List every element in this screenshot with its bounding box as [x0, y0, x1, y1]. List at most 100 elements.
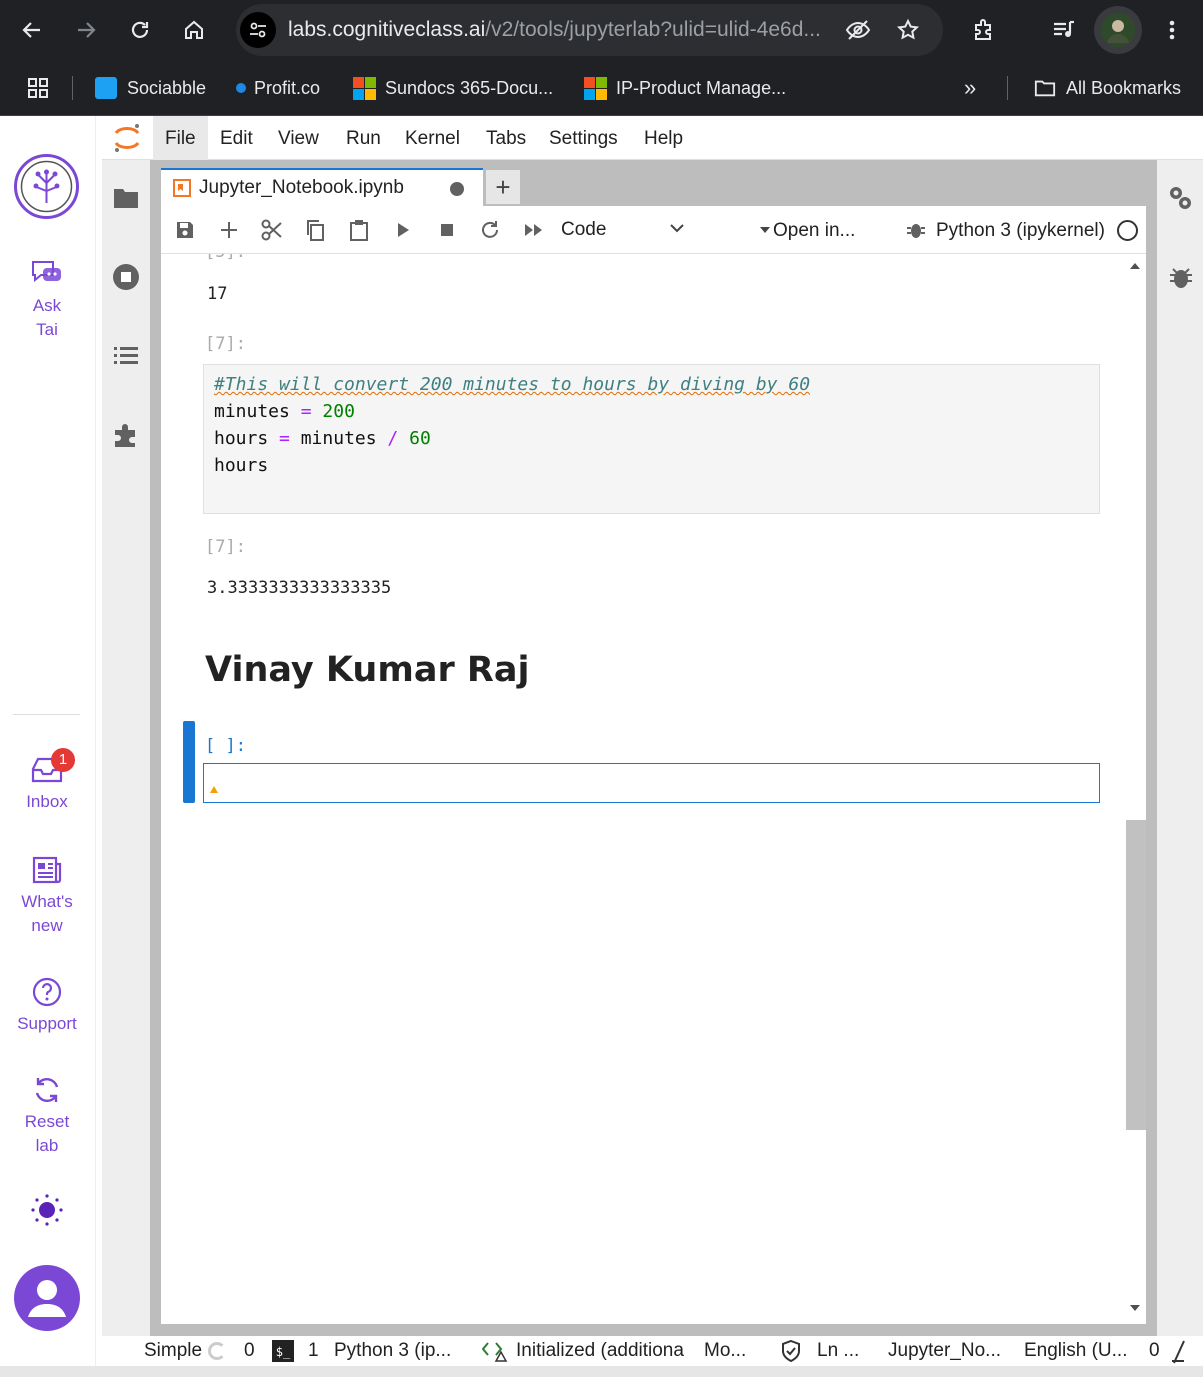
- code-cell-editor[interactable]: #This will convert 200 minutes to hours …: [203, 364, 1100, 514]
- all-bookmarks-label: All Bookmarks: [1066, 77, 1182, 98]
- kernel-status-text[interactable]: Python 3 (ip...: [334, 1338, 451, 1364]
- user-avatar[interactable]: [14, 1265, 80, 1331]
- lsp-status[interactable]: Initialized (additiona: [516, 1338, 692, 1364]
- line-column-status[interactable]: Ln ...: [817, 1338, 859, 1364]
- restart-kernel-icon[interactable]: [476, 216, 504, 244]
- lsp-code-warning-icon[interactable]: [482, 1340, 508, 1362]
- jupyter-logo-icon[interactable]: [112, 122, 142, 154]
- copy-icon[interactable]: [301, 216, 329, 244]
- cell-prompt: [ ]:: [205, 736, 246, 756]
- bell-icon[interactable]: [1170, 1339, 1188, 1365]
- more-menu-icon[interactable]: [1156, 14, 1188, 46]
- inbox-label: Inbox: [26, 792, 68, 811]
- tab-notebook[interactable]: Jupyter_Notebook.ipynb: [161, 168, 483, 206]
- restart-run-all-icon[interactable]: [520, 216, 548, 244]
- running-sessions-icon[interactable]: [110, 261, 142, 293]
- bookmark-label: Profit.co: [254, 77, 321, 98]
- notification-count[interactable]: 0: [1149, 1338, 1160, 1364]
- tab-strip: Jupyter_Notebook.ipynb +: [150, 160, 1157, 206]
- debugger-bug-icon[interactable]: [1168, 264, 1194, 290]
- cut-scissors-icon[interactable]: [258, 216, 286, 244]
- kernel-name-button[interactable]: Python 3 (ipykernel): [936, 216, 1105, 244]
- plus-icon: +: [495, 172, 511, 202]
- support-button[interactable]: Support: [0, 974, 94, 1036]
- theme-toggle[interactable]: [0, 1192, 94, 1230]
- apps-grid-icon[interactable]: [26, 74, 50, 102]
- scrollbar-thumb[interactable]: [1126, 820, 1146, 1130]
- ask-tai-button[interactable]: Ask Tai: [0, 256, 94, 342]
- folder-icon[interactable]: [110, 182, 142, 214]
- save-icon[interactable]: [171, 216, 199, 244]
- chevron-down-icon[interactable]: [667, 218, 687, 238]
- reset-lab-button[interactable]: Reset lab: [0, 1072, 94, 1158]
- home-icon[interactable]: [178, 14, 210, 46]
- whats-new-label: What's new: [21, 892, 73, 935]
- stop-icon[interactable]: [433, 216, 461, 244]
- unsaved-dot-icon[interactable]: [450, 182, 464, 196]
- forward-icon[interactable]: [70, 14, 102, 46]
- site-info-icon[interactable]: [240, 12, 276, 48]
- back-icon[interactable]: [16, 14, 48, 46]
- add-tab-button[interactable]: +: [486, 170, 520, 204]
- bookmark-profitco[interactable]: Profit.co: [230, 74, 320, 102]
- jupyterlab-right-activity-bar: [1157, 160, 1203, 1336]
- menu-file[interactable]: File: [153, 116, 208, 160]
- menu-edit[interactable]: Edit: [208, 116, 265, 160]
- mode-status[interactable]: Mo...: [704, 1338, 746, 1364]
- extension-manager-icon[interactable]: [110, 419, 142, 451]
- eye-off-icon[interactable]: [842, 14, 874, 46]
- help-circle-icon: [29, 974, 65, 1010]
- notebook-toolbar: Code Open in... Python 3 (ipykernel): [161, 206, 1146, 254]
- code-token: minutes: [300, 428, 377, 449]
- shield-check-icon[interactable]: [780, 1339, 802, 1363]
- bookmarks-overflow[interactable]: »: [964, 74, 976, 102]
- inbox-button[interactable]: 1 Inbox: [0, 748, 94, 814]
- skills-network-logo[interactable]: [13, 153, 80, 220]
- insert-cell-plus-icon[interactable]: [215, 216, 243, 244]
- simple-mode-label[interactable]: Simple: [144, 1338, 202, 1364]
- cell-type-dropdown[interactable]: Code: [561, 216, 606, 244]
- support-label: Support: [17, 1014, 77, 1033]
- terminal-icon[interactable]: $_: [272, 1340, 294, 1362]
- markdown-heading[interactable]: Vinay Kumar Raj: [205, 650, 529, 690]
- open-in-button[interactable]: Open in...: [773, 216, 855, 244]
- bookmark-ip-product[interactable]: IP-Product Manage...: [584, 74, 786, 102]
- table-of-contents-icon[interactable]: [110, 340, 142, 372]
- address-bar[interactable]: labs.cognitiveclass.ai/v2/tools/jupyterl…: [236, 4, 943, 56]
- terminal-count[interactable]: 0: [244, 1338, 255, 1364]
- caret-down-icon[interactable]: [759, 226, 771, 234]
- scroll-down-icon[interactable]: [1129, 1304, 1141, 1312]
- bookmark-sociabble[interactable]: Sociabble: [95, 74, 206, 102]
- media-queue-icon[interactable]: [1048, 14, 1080, 46]
- star-icon[interactable]: [892, 14, 924, 46]
- menu-tabs[interactable]: Tabs: [474, 116, 538, 160]
- menu-run[interactable]: Run: [334, 116, 393, 160]
- scrollbar[interactable]: [1124, 254, 1146, 1324]
- menu-settings[interactable]: Settings: [537, 116, 630, 160]
- jupyterlab-menubar: File Edit View Run Kernel Tabs Settings …: [102, 116, 1203, 160]
- empty-code-cell-editor[interactable]: [203, 763, 1100, 803]
- menu-view[interactable]: View: [266, 116, 331, 160]
- cell-prompt: [5]:: [205, 254, 246, 262]
- extensions-icon[interactable]: [968, 14, 1000, 46]
- property-inspector-icon[interactable]: [1166, 184, 1194, 212]
- microsoft-icon: [584, 77, 607, 100]
- all-bookmarks[interactable]: All Bookmarks: [1034, 74, 1181, 102]
- reload-icon[interactable]: [124, 14, 156, 46]
- language-status[interactable]: English (U...: [1024, 1338, 1127, 1364]
- simple-mode-toggle-icon[interactable]: [208, 1342, 226, 1360]
- debugger-bug-icon[interactable]: [906, 220, 926, 240]
- scroll-up-icon[interactable]: [1129, 262, 1141, 270]
- bookmark-sundocs[interactable]: Sundocs 365-Docu...: [353, 74, 553, 102]
- paste-clipboard-icon[interactable]: [345, 216, 373, 244]
- url-text[interactable]: labs.cognitiveclass.ai/v2/tools/jupyterl…: [288, 18, 848, 42]
- kernel-count[interactable]: 1: [308, 1338, 319, 1364]
- menu-kernel[interactable]: Kernel: [393, 116, 472, 160]
- profile-avatar[interactable]: [1094, 6, 1142, 54]
- file-name-status[interactable]: Jupyter_No...: [888, 1338, 1001, 1364]
- menu-help[interactable]: Help: [632, 116, 695, 160]
- notebook-cells[interactable]: [5]: 17 [7]: #This will convert 200 minu…: [161, 254, 1146, 1324]
- bookmark-label: Sociabble: [127, 77, 207, 98]
- run-play-icon[interactable]: [389, 216, 417, 244]
- whats-new-button[interactable]: What's new: [0, 852, 94, 938]
